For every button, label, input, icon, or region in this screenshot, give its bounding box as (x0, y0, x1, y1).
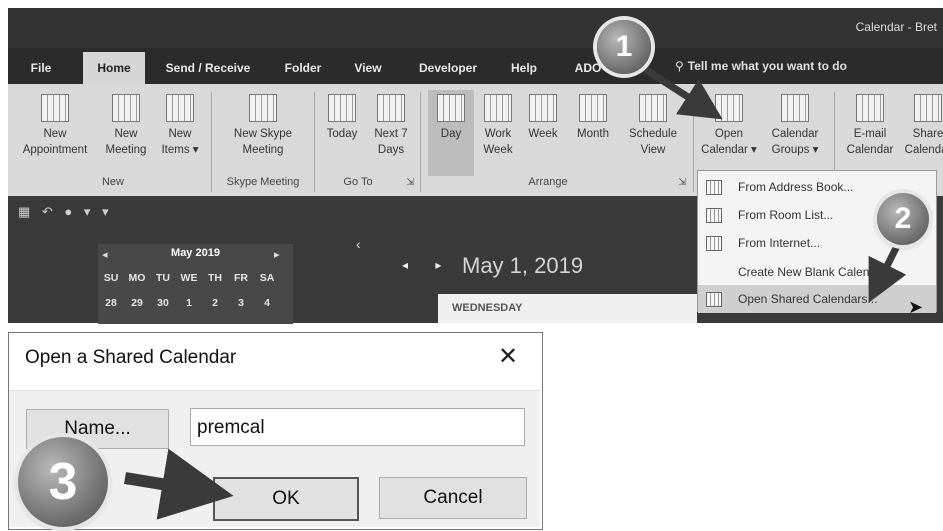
callout-badge-3: 3 (18, 437, 108, 527)
callout-arrow-1 (638, 63, 723, 120)
callout-arrow-3 (124, 448, 234, 520)
callout-badge-2: 2 (877, 193, 929, 245)
callout-arrows (124, 63, 907, 520)
callout-badge-1: 1 (597, 20, 651, 74)
callout-arrow-2 (868, 238, 907, 303)
